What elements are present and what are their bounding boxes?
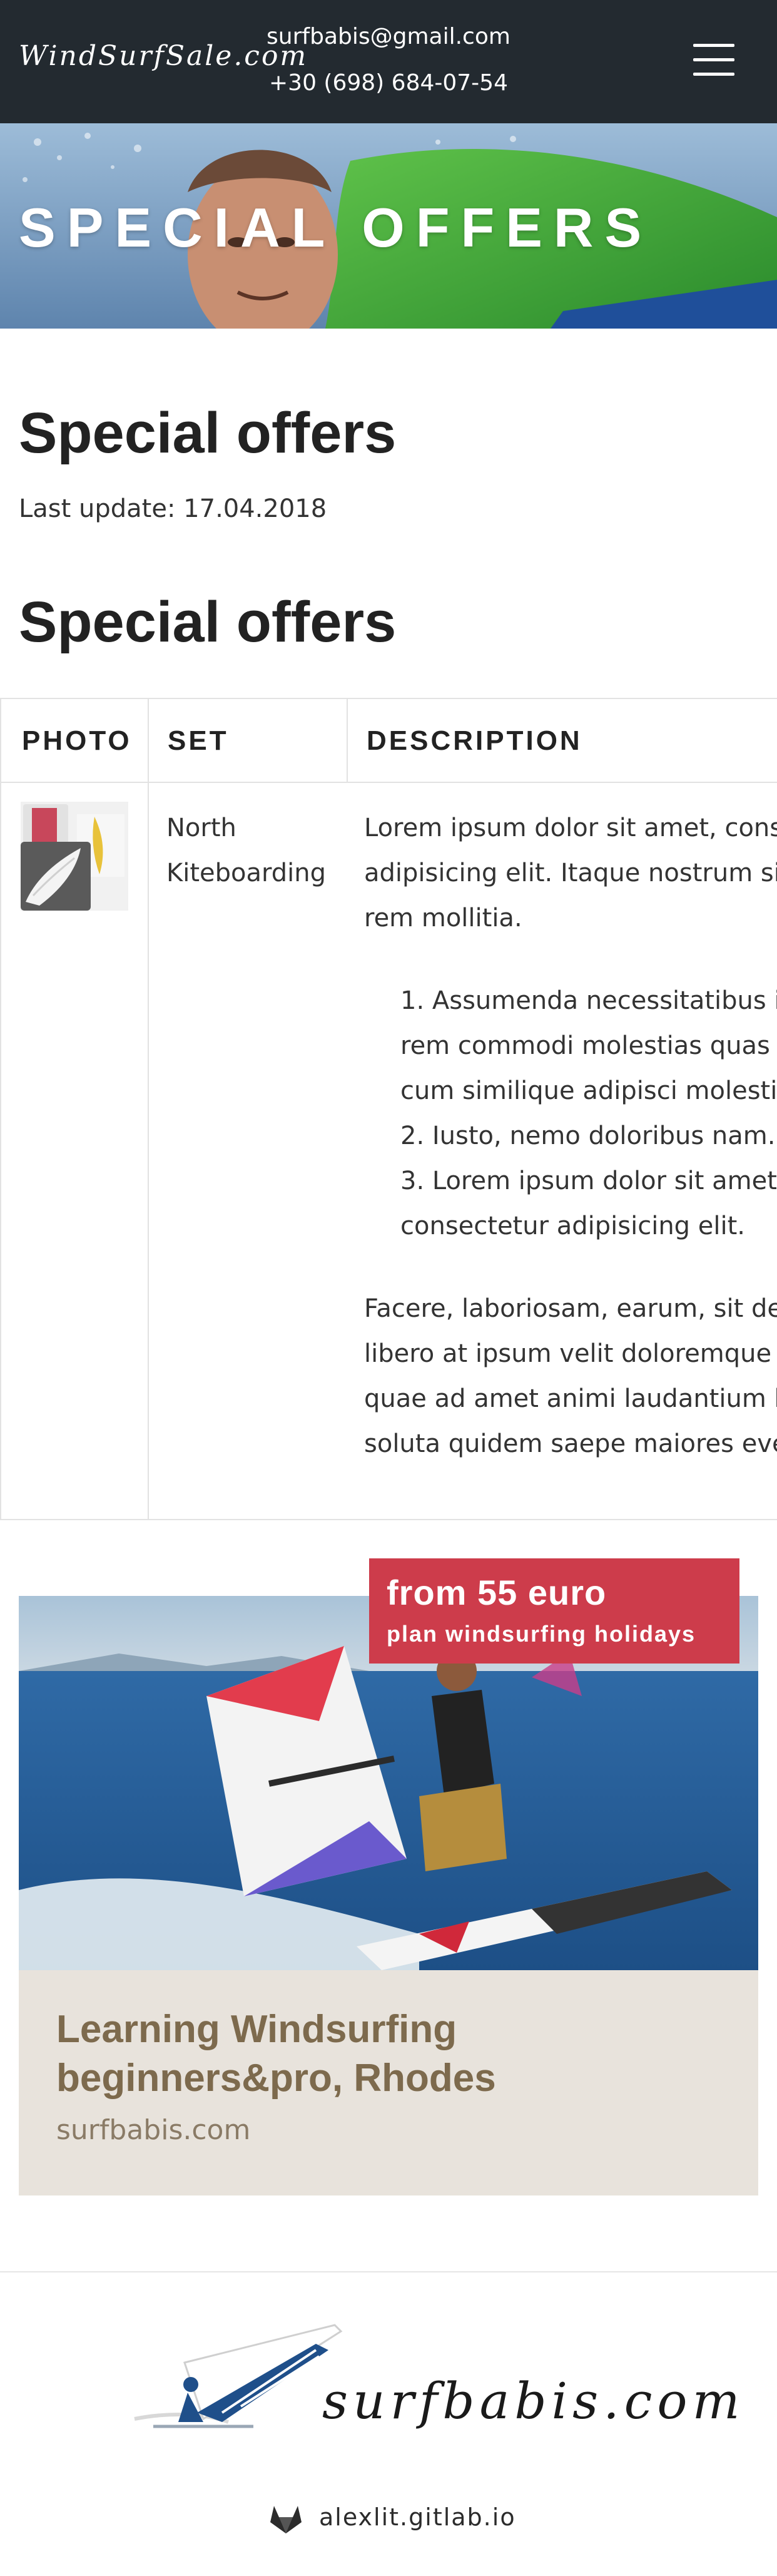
- list-item: 3. Lorem ipsum dolor sit amet,: [400, 1167, 777, 1195]
- gitlab-fox-icon: [270, 2506, 302, 2533]
- list-item: consectetur adipisicing elit.: [400, 1212, 746, 1240]
- promo-site-link[interactable]: surfbabis.com: [56, 2114, 250, 2146]
- offer-set-name: North Kiteboarding: [166, 814, 326, 887]
- contact-phone-link[interactable]: +30 (698) 684-07-54: [0, 70, 777, 96]
- hero-title: SPECIAL OFFERS: [19, 197, 653, 258]
- promo-subtitle: plan windsurfing holidays: [387, 1621, 696, 1647]
- footer-divider: [0, 2271, 777, 2272]
- table-header-photo: PHOTO: [0, 699, 148, 783]
- promo-title[interactable]: Learning Windsurfing beginners&pro, Rhod…: [56, 2005, 496, 2103]
- table-header-description: DESCRIPTION: [347, 699, 777, 783]
- list-item: cum similique adipisci molestia: [400, 1076, 777, 1105]
- description-list: 1. Assumenda necessitatibus in rem commo…: [364, 978, 777, 1249]
- hero-banner: SPECIAL OFFERS: [0, 123, 777, 329]
- offer-description: Lorem ipsum dolor sit amet, conse adipis…: [364, 805, 777, 1504]
- site-header: WindSurfSale.com surfbabis@gmail.com +30…: [0, 0, 777, 123]
- promo-price: from 55 euro: [387, 1573, 607, 1612]
- contact-email-link[interactable]: surfbabis@gmail.com: [0, 24, 777, 49]
- promo-price-badge: from 55 euro plan windsurfing holidays: [369, 1558, 739, 1664]
- offer-photo-thumbnail[interactable]: [21, 802, 128, 911]
- list-item: 2. Iusto, nemo doloribus nam.: [400, 1122, 776, 1150]
- last-update-text: Last update: 17.04.2018: [19, 494, 327, 523]
- section-title: Special offers: [19, 590, 397, 654]
- table-header-set: SET: [148, 699, 347, 783]
- special-offers-table: PHOTO SET DESCRIPTION North Kiteboarding…: [0, 698, 777, 1520]
- promo-body: Learning Windsurfing beginners&pro, Rhod…: [19, 1970, 758, 2195]
- page-title: Special offers: [19, 401, 397, 465]
- gitlab-link[interactable]: alexlit.gitlab.io: [319, 2503, 516, 2531]
- list-item: 1. Assumenda necessitatibus in: [400, 986, 777, 1015]
- list-item: rem commodi molestias quas c: [400, 1031, 777, 1060]
- description-intro: Lorem ipsum dolor sit amet, conse adipis…: [364, 814, 777, 933]
- windsurfing-promo-card[interactable]: from 55 euro plan windsurfing holidays L…: [19, 1558, 758, 2195]
- footer-brand-text[interactable]: surfbabis.com: [322, 2372, 744, 2430]
- hamburger-menu-icon[interactable]: [693, 44, 734, 76]
- description-outro: Facere, laboriosam, earum, sit deb liber…: [364, 1294, 777, 1458]
